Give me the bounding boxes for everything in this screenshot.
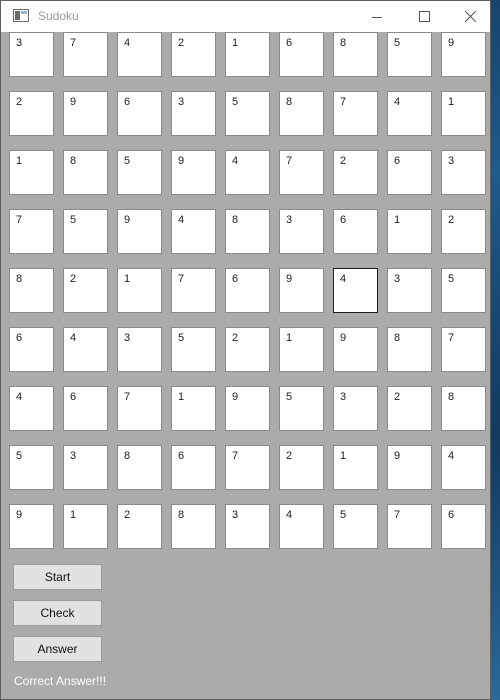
sudoku-cell[interactable]: 6 — [225, 268, 270, 313]
sudoku-cell[interactable]: 5 — [387, 32, 432, 77]
sudoku-cell[interactable]: 7 — [387, 504, 432, 549]
sudoku-cell[interactable]: 9 — [171, 150, 216, 195]
sudoku-cell[interactable]: 7 — [117, 386, 162, 431]
sudoku-cell[interactable]: 9 — [441, 32, 486, 77]
window-title: Sudoku — [38, 9, 79, 23]
sudoku-cell[interactable]: 2 — [225, 327, 270, 372]
answer-button[interactable]: Answer — [13, 636, 102, 662]
sudoku-cell[interactable]: 5 — [63, 209, 108, 254]
sudoku-cell[interactable]: 2 — [333, 150, 378, 195]
sudoku-cell[interactable]: 9 — [225, 386, 270, 431]
sudoku-cell[interactable]: 3 — [333, 386, 378, 431]
sudoku-cell[interactable]: 5 — [171, 327, 216, 372]
sudoku-window: Sudoku 374216859296358741185947263759483… — [0, 0, 491, 700]
sudoku-cell[interactable]: 7 — [279, 150, 324, 195]
sudoku-cell[interactable]: 3 — [171, 91, 216, 136]
sudoku-cell[interactable]: 3 — [63, 445, 108, 490]
sudoku-cell[interactable]: 6 — [279, 32, 324, 77]
sudoku-cell[interactable]: 3 — [117, 327, 162, 372]
sudoku-cell[interactable]: 9 — [9, 504, 54, 549]
sudoku-cell[interactable]: 2 — [279, 445, 324, 490]
sudoku-cell[interactable]: 5 — [279, 386, 324, 431]
sudoku-cell[interactable]: 8 — [441, 386, 486, 431]
sudoku-cell[interactable]: 5 — [441, 268, 486, 313]
sudoku-cell[interactable]: 2 — [117, 504, 162, 549]
sudoku-cell[interactable]: 5 — [225, 91, 270, 136]
sudoku-cell[interactable]: 4 — [63, 327, 108, 372]
sudoku-cell[interactable]: 1 — [387, 209, 432, 254]
sudoku-cell[interactable]: 7 — [333, 91, 378, 136]
sudoku-cell[interactable]: 3 — [441, 150, 486, 195]
sudoku-cell[interactable]: 8 — [171, 504, 216, 549]
sudoku-cell[interactable]: 3 — [387, 268, 432, 313]
sudoku-cell[interactable]: 8 — [9, 268, 54, 313]
sudoku-cell[interactable]: 4 — [387, 91, 432, 136]
sudoku-cell[interactable]: 9 — [279, 268, 324, 313]
sudoku-cell[interactable]: 9 — [63, 91, 108, 136]
sudoku-cell[interactable]: 7 — [225, 445, 270, 490]
sudoku-cell[interactable]: 4 — [279, 504, 324, 549]
sudoku-cell[interactable]: 8 — [63, 150, 108, 195]
sudoku-cell[interactable]: 4 — [225, 150, 270, 195]
sudoku-cell[interactable]: 6 — [63, 386, 108, 431]
sudoku-cell[interactable]: 9 — [117, 209, 162, 254]
sudoku-cell[interactable]: 2 — [63, 268, 108, 313]
sudoku-cell[interactable]: 8 — [117, 445, 162, 490]
sudoku-cell[interactable]: 4 — [333, 268, 378, 313]
sudoku-cell[interactable]: 1 — [441, 91, 486, 136]
sudoku-cell[interactable]: 4 — [441, 445, 486, 490]
sudoku-cell[interactable]: 4 — [117, 32, 162, 77]
sudoku-cell[interactable]: 8 — [387, 327, 432, 372]
sudoku-cell[interactable]: 1 — [117, 268, 162, 313]
sudoku-cell[interactable]: 6 — [9, 327, 54, 372]
app-icon — [13, 9, 29, 22]
sudoku-cell[interactable]: 1 — [333, 445, 378, 490]
sudoku-cell[interactable]: 9 — [333, 327, 378, 372]
sudoku-cell[interactable]: 9 — [387, 445, 432, 490]
sudoku-cell[interactable]: 7 — [171, 268, 216, 313]
sudoku-cell[interactable]: 8 — [279, 91, 324, 136]
sudoku-cell[interactable]: 5 — [333, 504, 378, 549]
sudoku-cell[interactable]: 7 — [63, 32, 108, 77]
title-bar[interactable]: Sudoku — [1, 1, 490, 32]
sudoku-cell[interactable]: 2 — [9, 91, 54, 136]
sudoku-cell[interactable]: 5 — [117, 150, 162, 195]
sudoku-cell[interactable]: 6 — [441, 504, 486, 549]
minimize-icon — [372, 12, 382, 22]
sudoku-cell[interactable]: 1 — [279, 327, 324, 372]
sudoku-cell[interactable]: 2 — [441, 209, 486, 254]
sudoku-cell[interactable]: 1 — [63, 504, 108, 549]
sudoku-cell[interactable]: 4 — [9, 386, 54, 431]
sudoku-cell[interactable]: 5 — [9, 445, 54, 490]
sudoku-cell[interactable]: 6 — [333, 209, 378, 254]
check-button[interactable]: Check — [13, 600, 102, 626]
sudoku-cell[interactable]: 3 — [9, 32, 54, 77]
maximize-button[interactable] — [401, 1, 447, 32]
sudoku-cell[interactable]: 6 — [117, 91, 162, 136]
minimize-button[interactable] — [354, 1, 400, 32]
sudoku-cell[interactable]: 8 — [333, 32, 378, 77]
sudoku-cell[interactable]: 6 — [387, 150, 432, 195]
sudoku-cell[interactable]: 1 — [225, 32, 270, 77]
sudoku-cell[interactable]: 3 — [279, 209, 324, 254]
sudoku-cell[interactable]: 3 — [225, 504, 270, 549]
sudoku-cell[interactable]: 6 — [171, 445, 216, 490]
close-icon — [464, 11, 476, 22]
sudoku-cell[interactable]: 1 — [171, 386, 216, 431]
sudoku-cell[interactable]: 2 — [387, 386, 432, 431]
close-button[interactable] — [447, 1, 493, 32]
maximize-icon — [418, 11, 430, 22]
sudoku-cell[interactable]: 7 — [9, 209, 54, 254]
sudoku-cell[interactable]: 2 — [171, 32, 216, 77]
sudoku-cell[interactable]: 4 — [171, 209, 216, 254]
sudoku-cell[interactable]: 8 — [225, 209, 270, 254]
sudoku-cell[interactable]: 1 — [9, 150, 54, 195]
sudoku-cell[interactable]: 7 — [441, 327, 486, 372]
start-button[interactable]: Start — [13, 564, 102, 590]
status-message: Correct Answer!!! — [14, 674, 107, 688]
